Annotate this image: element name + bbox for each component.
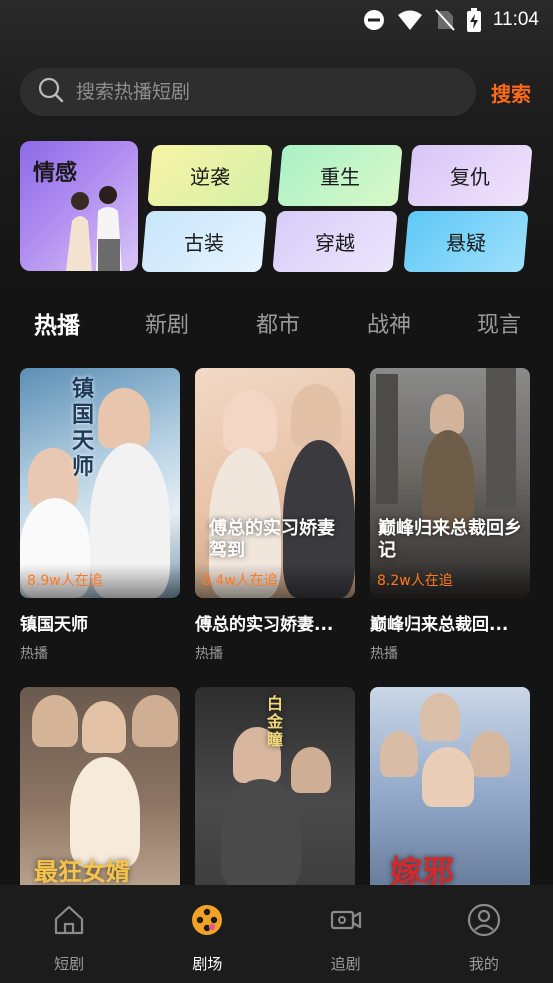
watching-count: 8.9w人在追 (27, 573, 103, 589)
category-tag-label: 穿越 (315, 231, 355, 255)
poster-title-art: 傅总的实习娇妻驾到 (209, 518, 335, 561)
category-tag-label: 逆袭 (190, 165, 230, 189)
poster-title-art: 白金瞳 (267, 694, 284, 749)
couple-illustration-icon (66, 186, 122, 271)
drama-title: 傅总的实习娇妻... (195, 615, 334, 635)
battery-charging-icon (466, 8, 481, 32)
nav-item-wode[interactable]: 我的 (415, 885, 553, 983)
category-tag-label: 悬疑 (446, 231, 486, 255)
nav-item-duanju[interactable]: 短剧 (0, 885, 138, 983)
no-sim-icon (435, 9, 455, 31)
video-camera-icon (329, 903, 363, 941)
drama-poster: 巅峰归来总裁回乡记 8.2w人在追 (370, 368, 530, 598)
drama-card[interactable]: 白金瞳 (195, 687, 355, 917)
poster-title-art: 巅峰归来总裁回乡记 (378, 518, 522, 561)
status-time: 11:04 (492, 9, 539, 30)
search-button[interactable]: 搜索 (491, 78, 531, 107)
tab-zhanshen[interactable]: 战神 (367, 307, 411, 339)
poster-title-art: 最狂女婿 (34, 857, 130, 886)
nav-label: 剧场 (192, 955, 223, 973)
category-tag-label: 古装 (184, 231, 224, 255)
tab-rebo[interactable]: 热播 (34, 306, 80, 340)
tab-xianyan[interactable]: 现言 (477, 307, 521, 339)
tab-xinju[interactable]: 新剧 (145, 307, 189, 339)
nav-label: 我的 (468, 955, 499, 973)
drama-poster: 镇国天师 8.9w人在追 (20, 368, 180, 598)
watching-count: 8.2w人在追 (377, 573, 453, 589)
nav-label: 短剧 (54, 955, 85, 973)
watching-count: 8.4w人在追 (202, 573, 278, 589)
drama-tag: 热播 (195, 646, 223, 662)
category-tag-label: 重生 (320, 165, 360, 189)
drama-card[interactable]: 最狂女婿 (20, 687, 180, 917)
film-reel-icon (190, 903, 224, 941)
category-tag-label: 复仇 (450, 165, 490, 189)
drama-card[interactable]: 嫁邪 (370, 687, 530, 917)
bottom-nav: 短剧 剧场 追剧 我的 (0, 885, 553, 983)
drama-poster: 白金瞳 (195, 687, 355, 917)
drama-tag: 热播 (20, 646, 48, 662)
status-bar: 11:04 (0, 0, 553, 40)
genre-tabs: 热播 新剧 都市 战神 现言 (0, 300, 553, 344)
category-featured-card[interactable]: 情感 (20, 141, 138, 271)
nav-item-juchang[interactable]: 剧场 (138, 885, 276, 983)
nav-label: 追剧 (330, 955, 361, 973)
drama-title: 巅峰归来总裁回... (370, 615, 509, 635)
search-box[interactable] (20, 68, 476, 116)
category-tag-chongsheng[interactable]: 重生 (277, 145, 403, 206)
poster-title-art: 镇国天师 (72, 376, 95, 480)
drama-card[interactable]: 巅峰归来总裁回乡记 8.2w人在追 巅峰归来总裁回... 热播 (370, 368, 530, 663)
drama-tag: 热播 (370, 646, 398, 662)
search-row: 搜索 (20, 68, 540, 116)
wifi-icon (397, 9, 423, 31)
home-icon (52, 903, 86, 941)
drama-card[interactable]: 傅总的实习娇妻驾到 8.4w人在追 傅总的实习娇妻... 热播 (195, 368, 355, 663)
nav-item-zhuiju[interactable]: 追剧 (277, 885, 415, 983)
category-tag-xuanyi[interactable]: 悬疑 (403, 211, 529, 272)
drama-poster: 傅总的实习娇妻驾到 8.4w人在追 (195, 368, 355, 598)
drama-card[interactable]: 镇国天师 8.9w人在追 镇国天师 热播 (20, 368, 180, 663)
category-panel: 情感 逆袭 重生 复仇 古装 穿越 悬疑 (20, 141, 533, 272)
search-input[interactable] (76, 81, 456, 103)
category-tag-guzhuang[interactable]: 古装 (141, 211, 267, 272)
dnd-icon (363, 9, 385, 31)
tab-dushi[interactable]: 都市 (256, 307, 300, 339)
search-icon (38, 77, 64, 107)
category-tag-fuchou[interactable]: 复仇 (407, 145, 533, 206)
drama-poster: 最狂女婿 (20, 687, 180, 917)
category-tag-nixi[interactable]: 逆袭 (147, 145, 273, 206)
user-icon (467, 903, 501, 941)
category-tag-chuanyue[interactable]: 穿越 (272, 211, 398, 272)
drama-poster: 嫁邪 (370, 687, 530, 917)
drama-title: 镇国天师 (20, 615, 88, 635)
